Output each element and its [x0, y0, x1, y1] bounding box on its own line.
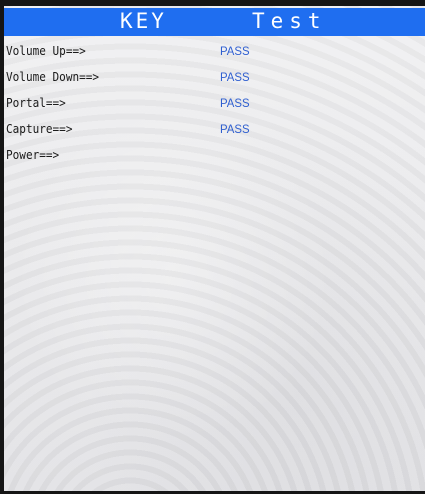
key-status: PASS	[220, 70, 250, 84]
device-bezel: KEY Test Volume Up==> PASS Volume Down==…	[0, 0, 425, 494]
title-key: KEY	[120, 9, 167, 33]
key-row-power: Power==>	[4, 144, 425, 170]
title-bar: KEY Test	[4, 8, 425, 36]
key-status: PASS	[220, 96, 250, 110]
key-row-capture: Capture==> PASS	[4, 118, 425, 144]
screen: KEY Test Volume Up==> PASS Volume Down==…	[4, 6, 425, 491]
key-row-volume-up: Volume Up==> PASS	[4, 40, 425, 66]
key-status: PASS	[220, 44, 250, 58]
key-label: Volume Up==>	[6, 44, 86, 58]
title-test: Test	[252, 9, 327, 33]
key-row-portal: Portal==> PASS	[4, 92, 425, 118]
key-status: PASS	[220, 122, 250, 136]
key-row-volume-down: Volume Down==> PASS	[4, 66, 425, 92]
key-label: Volume Down==>	[6, 70, 100, 84]
key-label: Power==>	[6, 148, 60, 162]
key-label: Capture==>	[6, 122, 73, 136]
key-test-list: Volume Up==> PASS Volume Down==> PASS Po…	[4, 40, 425, 170]
key-label: Portal==>	[6, 96, 66, 110]
